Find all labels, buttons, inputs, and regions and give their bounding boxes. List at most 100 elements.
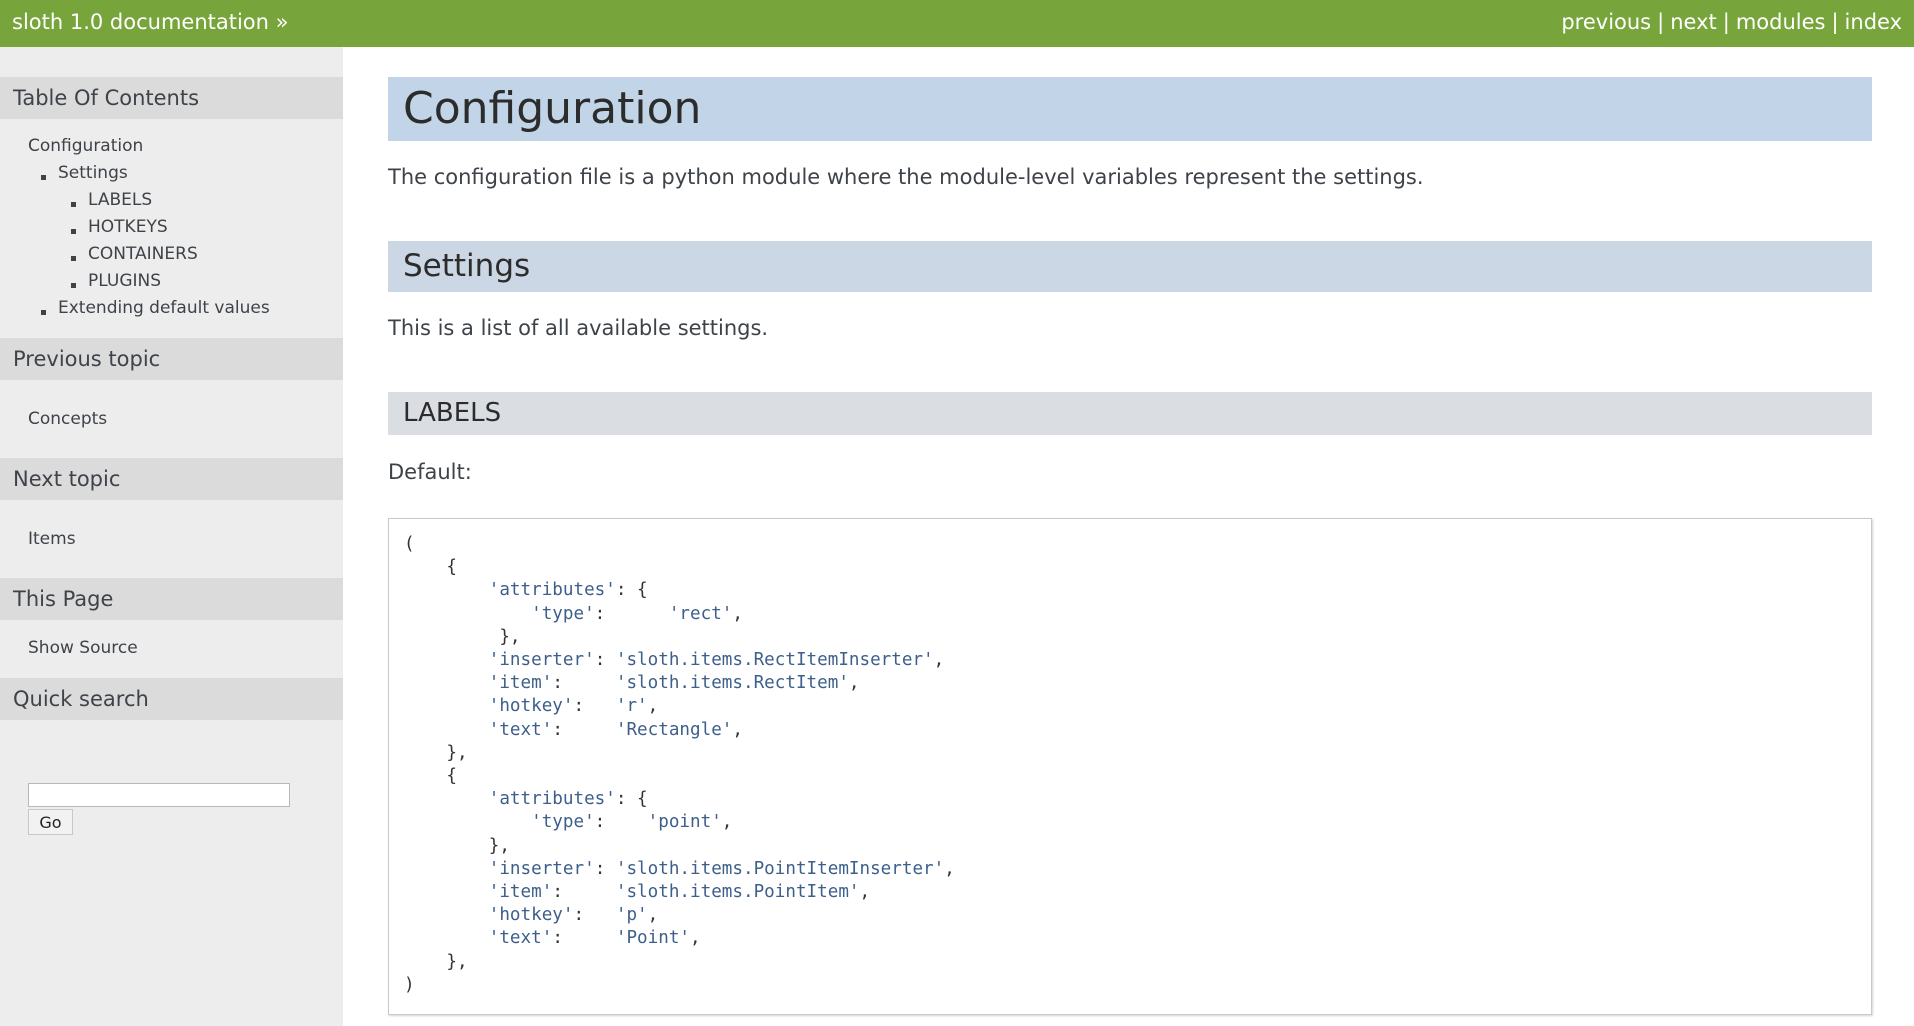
code-string: 'Point'	[615, 928, 691, 949]
code-line: },	[404, 952, 467, 972]
code-string: 'hotkey'	[488, 696, 574, 717]
code-punct	[404, 928, 489, 948]
sidebar: Table Of Contents Configuration Settings…	[0, 47, 343, 1026]
main-content: Configuration The configuration file is …	[343, 47, 1914, 1026]
labels-heading: LABELS	[388, 392, 1872, 435]
go-button[interactable]: Go	[28, 809, 73, 835]
code-string: 'text'	[488, 928, 553, 949]
code-line: (	[404, 534, 415, 554]
toc-item-plugins[interactable]: PLUGINS	[88, 271, 161, 291]
code-string: 'attributes'	[488, 789, 616, 810]
code-punct: ,	[690, 928, 701, 949]
code-punct	[404, 882, 489, 902]
toc-item-extending[interactable]: Extending default values	[58, 298, 270, 318]
toc-heading: Table Of Contents	[0, 77, 343, 119]
code-string: 'type'	[531, 812, 595, 833]
toc-item-labels[interactable]: LABELS	[88, 190, 152, 210]
toc-item-hotkeys[interactable]: HOTKEYS	[88, 217, 168, 237]
code-string: 'rect'	[668, 603, 733, 624]
code-punct: ,	[721, 812, 733, 833]
code-punct	[404, 720, 489, 740]
code-punct	[404, 580, 489, 600]
code-string: 'type'	[531, 603, 595, 624]
next-topic-link[interactable]: Items	[28, 529, 76, 549]
code-punct: : {	[615, 580, 648, 601]
bullet-icon	[71, 283, 76, 288]
modules-link[interactable]: modules	[1736, 10, 1826, 34]
code-punct: )	[404, 974, 415, 995]
code-string: 'sloth.items.RectItem'	[615, 673, 849, 694]
code-line: },	[404, 742, 468, 763]
previous-topic-heading: Previous topic	[0, 338, 343, 380]
top-navigation-bar: sloth 1.0 documentation » previous | next |…	[0, 0, 1914, 47]
code-punct	[404, 673, 489, 693]
settings-heading: Settings	[388, 241, 1872, 292]
previous-link[interactable]: previous	[1561, 10, 1651, 34]
code-line: 'inserter': 'sloth.items.PointItemInsert…	[404, 859, 955, 879]
code-line: {	[404, 557, 457, 577]
index-link[interactable]: index	[1845, 10, 1902, 34]
code-string: 'attributes'	[488, 580, 616, 601]
home-link[interactable]: sloth 1.0 documentation »	[12, 10, 289, 34]
code-string: 'r'	[615, 696, 648, 717]
code-line: },	[404, 626, 521, 647]
code-string: 'inserter'	[488, 650, 595, 671]
separator: |	[1657, 10, 1665, 34]
code-punct: },	[404, 626, 521, 647]
code-line: 'type': 'rect',	[404, 604, 743, 624]
code-line: 'text': 'Rectangle',	[404, 720, 743, 740]
code-string: 'sloth.items.PointItem'	[615, 882, 860, 903]
code-punct: ,	[848, 673, 860, 694]
code-string: 'sloth.items.PointItemInserter'	[615, 858, 945, 879]
code-string: 'item'	[488, 673, 553, 694]
code-punct: ,	[732, 603, 743, 624]
code-punct	[404, 812, 531, 832]
toc-item-containers[interactable]: CONTAINERS	[88, 244, 198, 264]
code-line: 'inserter': 'sloth.items.RectItemInserte…	[404, 650, 945, 671]
toc-item-settings[interactable]: Settings	[58, 163, 128, 183]
code-punct: :	[552, 882, 616, 903]
code-punct: },	[404, 742, 468, 763]
code-punct: :	[594, 858, 616, 879]
code-punct: },	[404, 835, 510, 856]
code-string: 'Rectangle'	[615, 719, 733, 740]
code-line: 'attributes': {	[404, 580, 648, 600]
code-line: 'attributes': {	[404, 789, 648, 809]
code-line: 'hotkey': 'p',	[404, 905, 659, 926]
code-line: 'type': 'point',	[404, 812, 732, 832]
bullet-icon	[71, 256, 76, 261]
toc-item-configuration[interactable]: Configuration	[28, 136, 143, 156]
code-punct: :	[552, 673, 616, 694]
bullet-icon	[41, 310, 46, 315]
code-punct	[404, 696, 489, 716]
code-punct: ,	[933, 650, 945, 671]
bullet-icon	[71, 229, 76, 234]
separator: |	[1831, 10, 1839, 34]
code-punct: ,	[647, 905, 659, 926]
code-string: 'hotkey'	[488, 905, 574, 926]
intro-paragraph: The configuration file is a python modul…	[388, 165, 1424, 189]
code-punct: :	[552, 719, 616, 740]
code-punct: :	[594, 812, 648, 833]
code-punct: :	[594, 603, 669, 624]
code-punct: :	[573, 905, 616, 926]
previous-topic-link[interactable]: Concepts	[28, 409, 107, 429]
bullet-icon	[41, 175, 46, 180]
code-string: 'sloth.items.RectItemInserter'	[615, 650, 934, 671]
default-label: Default:	[388, 460, 472, 484]
search-input[interactable]	[28, 783, 290, 807]
code-punct: ,	[647, 696, 659, 717]
related-links: previous | next | modules | index	[1561, 10, 1902, 34]
code-string: 'text'	[488, 719, 553, 740]
code-punct: (	[404, 534, 415, 554]
settings-paragraph: This is a list of all available settings…	[388, 316, 769, 340]
code-line: },	[404, 836, 510, 856]
code-block: ( { 'attributes': { 'type': 'rect', }, '…	[388, 518, 1872, 1015]
show-source-link[interactable]: Show Source	[28, 638, 138, 658]
code-punct: :	[594, 650, 616, 671]
this-page-heading: This Page	[0, 578, 343, 620]
next-link[interactable]: next	[1670, 10, 1717, 34]
bullet-icon	[71, 202, 76, 207]
code-punct: ,	[859, 882, 871, 903]
separator: |	[1722, 10, 1730, 34]
